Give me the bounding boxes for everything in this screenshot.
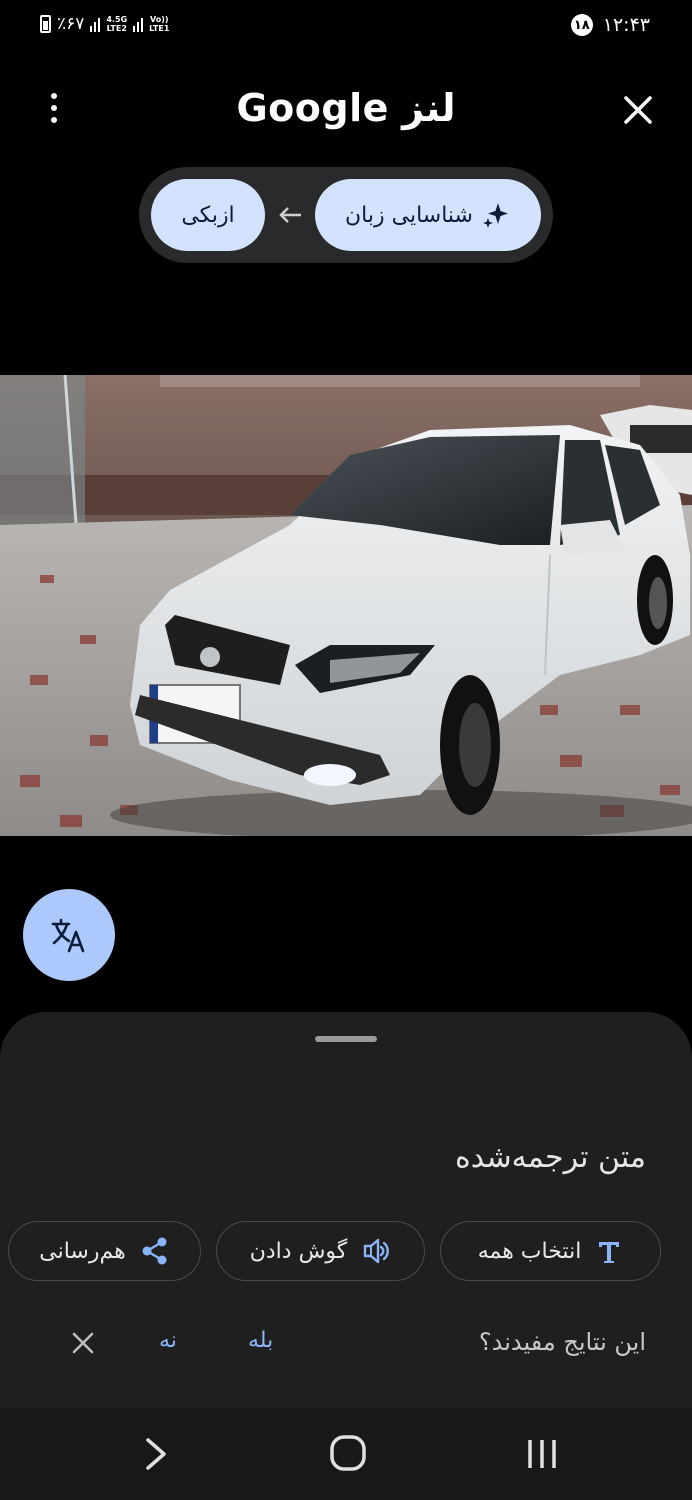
dismiss-feedback-icon[interactable] [70,1330,96,1356]
share-button[interactable]: هم‌رسانی [8,1221,201,1281]
source-language-chip[interactable]: شناسایی زبان [315,179,541,251]
feedback-yes-button[interactable]: بله [248,1328,273,1353]
car-photo [0,375,692,836]
translate-fab[interactable] [23,889,115,981]
lens-header: لنز Google [0,78,692,138]
status-left-group: ٪۶۷ 4.5G LTE2 Vo)) LTE1 [40,14,169,34]
signal-icon [90,16,101,32]
clock: ۱۲:۴۳ [602,14,650,36]
recents-icon[interactable] [524,1436,560,1472]
target-language-chip[interactable]: ازبکی [151,179,265,251]
notification-badge: ۱۸ [570,14,593,36]
feedback-question: این نتایج مفیدند؟ [478,1328,646,1356]
back-chevron-icon[interactable] [140,1434,172,1474]
battery-text: ٪۶۷ [57,14,85,34]
translate-icon [51,918,85,953]
share-icon [142,1237,167,1265]
share-label: هم‌رسانی [39,1238,126,1264]
page-title: لنز Google [236,86,456,130]
home-icon[interactable] [329,1434,367,1472]
source-language-label: شناسایی زبان [345,202,473,228]
results-bottom-sheet: متن ترجمه‌شده انتخاب همه گوش دادن هم‌رسا… [0,1012,692,1408]
sparkle-icon [483,203,508,228]
listen-button[interactable]: گوش دادن [216,1221,425,1281]
language-selector: شناسایی زبان ازبکی [139,167,553,263]
arrow-left-icon [279,207,301,223]
system-nav-bar [0,1408,692,1500]
close-icon[interactable] [618,90,658,130]
sheet-title: متن ترجمه‌شده [455,1140,646,1175]
status-bar: ٪۶۷ 4.5G LTE2 Vo)) LTE1 ۱۸ ۱۲:۴۳ [0,0,692,54]
listen-icon [364,1238,390,1264]
drag-handle[interactable] [315,1036,377,1042]
target-language-label: ازبکی [181,202,235,228]
select-all-label: انتخاب همه [477,1238,582,1264]
status-right-group: ۱۸ ۱۲:۴۳ [570,14,650,36]
battery-icon [40,15,51,33]
signal-icon-2 [133,16,144,32]
listen-label: گوش دادن [249,1238,348,1264]
feedback-no-button[interactable]: نه [159,1328,177,1353]
select-all-button[interactable]: انتخاب همه [440,1221,661,1281]
text-format-icon [599,1242,620,1263]
network-badge-2: Vo)) LTE1 [149,15,170,33]
captured-photo[interactable] [0,375,692,836]
network-badge-1: 4.5G LTE2 [106,15,128,33]
